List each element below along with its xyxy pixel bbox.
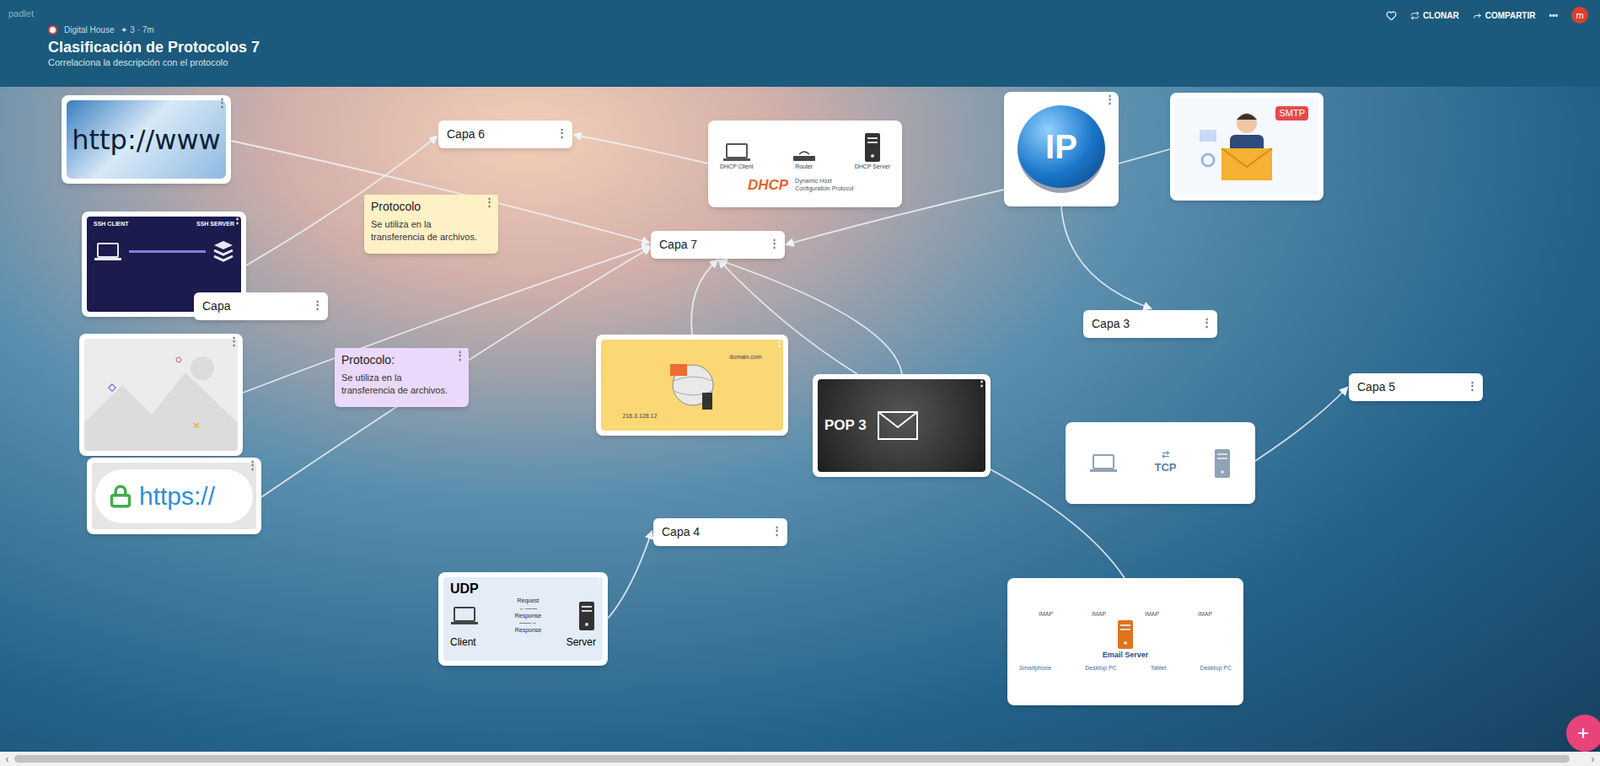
connection-line[interactable]	[1118, 149, 1171, 164]
card-menu-icon[interactable]: ⋮	[216, 96, 228, 108]
image-card[interactable]: http://www⋮	[61, 95, 231, 184]
note-title: Protocolo:	[341, 353, 456, 369]
note-card[interactable]: Protocolo Se utiliza en la transferencia …	[364, 194, 499, 254]
card-menu-icon[interactable]: ⋮	[246, 459, 258, 471]
label-menu-icon[interactable]: ⋮	[556, 127, 568, 139]
author-name[interactable]: Digital House	[64, 23, 114, 37]
header-action[interactable]: COMPARTIR	[1472, 9, 1536, 22]
server-icon	[577, 601, 596, 632]
card-menu-icon[interactable]: ⋮	[593, 574, 605, 586]
label-menu-icon[interactable]: ⋮	[771, 525, 783, 537]
clone-icon	[1410, 10, 1420, 21]
brand[interactable]: padlet	[8, 6, 34, 22]
horizontal-scrollbar[interactable]: ‹›	[0, 751, 1600, 766]
header: padlet CLONAR COMPARTIR ••• m Digital House ✦ …	[0, 0, 1600, 87]
add-post-button[interactable]: +	[1566, 714, 1600, 752]
tcp-picture: ⇄TCP	[1070, 427, 1251, 500]
smtp-picture: SMTP	[1175, 97, 1319, 196]
card-menu-icon[interactable]: ⋮	[976, 375, 988, 387]
layer-label[interactable]: Capa 6⋮	[438, 120, 573, 149]
author-avatar-icon	[48, 25, 58, 35]
server-icon	[1116, 619, 1135, 650]
card-menu-icon[interactable]: ⋮	[228, 335, 240, 347]
scroll-right[interactable]: ›	[1585, 754, 1600, 765]
laptop-icon	[450, 606, 479, 627]
server-icon	[863, 132, 882, 163]
note-body: Se utiliza en la transferencia de archiv…	[370, 218, 485, 244]
connection-line[interactable]	[261, 247, 650, 498]
padlet-subtitle: Correlaciona la descripción con el proto…	[48, 57, 1592, 70]
scrollbar-thumb[interactable]	[14, 755, 1570, 763]
placeholder-picture	[84, 338, 238, 452]
https-picture: https://	[91, 462, 257, 530]
label-menu-icon[interactable]: ⋮	[1466, 380, 1478, 392]
connection-line[interactable]	[691, 260, 718, 335]
card-menu-icon[interactable]: ⋮	[483, 196, 495, 208]
card-menu-icon[interactable]: ⋮	[231, 213, 243, 225]
pop3-picture: POP 3	[817, 379, 986, 473]
image-card[interactable]: IMAPIMAPIMAPIMAPEmail ServerSmartphoneDe…	[1007, 578, 1244, 706]
image-card[interactable]: IP⋮	[1004, 91, 1119, 207]
note-title: Protocolo	[370, 199, 485, 215]
label-menu-icon[interactable]: ⋮	[768, 237, 780, 249]
email-picture: IMAPIMAPIMAPIMAPEmail ServerSmartphoneDe…	[1012, 583, 1239, 701]
card-menu-icon[interactable]: ⋮	[1229, 579, 1241, 591]
http-picture: http://www	[66, 100, 226, 179]
padlet-title: Clasificación de Protocolos 7	[48, 37, 1592, 58]
label-menu-icon[interactable]: ⋮	[1201, 316, 1213, 328]
image-card[interactable]: UDPRequest←——Response——→ResponseClientSe…	[438, 572, 608, 666]
globe-icon	[663, 355, 723, 415]
connection-line[interactable]	[719, 260, 903, 375]
lock-icon	[108, 484, 133, 509]
image-card[interactable]: POP 3⋮	[812, 374, 991, 478]
envelope-icon	[876, 410, 919, 441]
image-card[interactable]: ⇄TCP⋮	[1065, 422, 1256, 505]
image-card[interactable]: 216.3.128.12domain.com⋮	[595, 334, 789, 436]
server-icon	[1213, 448, 1232, 479]
padlet-page: padlet CLONAR COMPARTIR ••• m Digital House ✦ …	[0, 0, 1600, 766]
udp-picture: UDPRequest←——Response——→ResponseClientSe…	[443, 577, 603, 661]
card-menu-icon[interactable]: ⋮	[887, 122, 899, 134]
like-icon[interactable]	[1385, 10, 1397, 22]
layer-label[interactable]: Capa 3⋮	[1083, 310, 1218, 339]
post-meta: ✦ 3 · 7m	[120, 23, 154, 37]
router-icon	[791, 149, 817, 163]
server-stack-icon	[212, 239, 235, 265]
scroll-left[interactable]: ‹	[0, 754, 15, 765]
layer-label[interactable]: Capa 4⋮	[653, 518, 788, 547]
note-color-bar	[364, 194, 499, 198]
note-card[interactable]: Protocolo: Se utiliza en la transferencia…	[334, 348, 469, 408]
connection-line[interactable]	[607, 531, 652, 619]
header-action[interactable]: CLONAR	[1410, 9, 1460, 22]
card-menu-icon[interactable]: ⋮	[1104, 93, 1116, 105]
card-menu-icon[interactable]: ⋮	[1309, 94, 1321, 106]
connection-line[interactable]	[1061, 206, 1151, 309]
image-card[interactable]: https://⋮	[86, 457, 262, 535]
share-icon	[1472, 10, 1482, 21]
dns-picture: 216.3.128.12domain.com	[601, 339, 784, 431]
more-button[interactable]: •••	[1548, 9, 1558, 22]
label-menu-icon[interactable]: ⋮	[311, 299, 323, 311]
card-menu-icon[interactable]: ⋮	[773, 336, 785, 348]
card-menu-icon[interactable]: ⋮	[1240, 424, 1252, 435]
dhcp-picture: DHCP ClientRouterDHCP ServerDHCPDynamic …	[713, 125, 897, 203]
laptop-icon	[722, 142, 752, 163]
mountain-icon	[84, 338, 238, 452]
ip-picture: IP	[1009, 96, 1114, 202]
connection-line[interactable]	[719, 260, 858, 375]
laptop-icon	[93, 241, 123, 263]
connection-line[interactable]	[574, 134, 709, 164]
image-card[interactable]: ⋮	[79, 333, 243, 457]
note-body: Se utiliza en la transferencia de archiv…	[341, 371, 456, 398]
connection-line[interactable]	[1255, 387, 1348, 462]
user-avatar[interactable]: m	[1571, 6, 1589, 24]
note-color-bar	[334, 348, 469, 351]
layer-label[interactable]: Capa 7⋮	[650, 230, 785, 259]
laptop-icon	[1089, 453, 1118, 474]
image-card[interactable]: SMTP⋮	[1170, 92, 1324, 201]
image-card[interactable]: DHCP ClientRouterDHCP ServerDHCPDynamic …	[708, 120, 903, 208]
card-menu-icon[interactable]: ⋮	[454, 349, 466, 361]
layer-label[interactable]: Capa⋮	[193, 292, 328, 321]
layer-label[interactable]: Capa 5⋮	[1348, 373, 1483, 402]
